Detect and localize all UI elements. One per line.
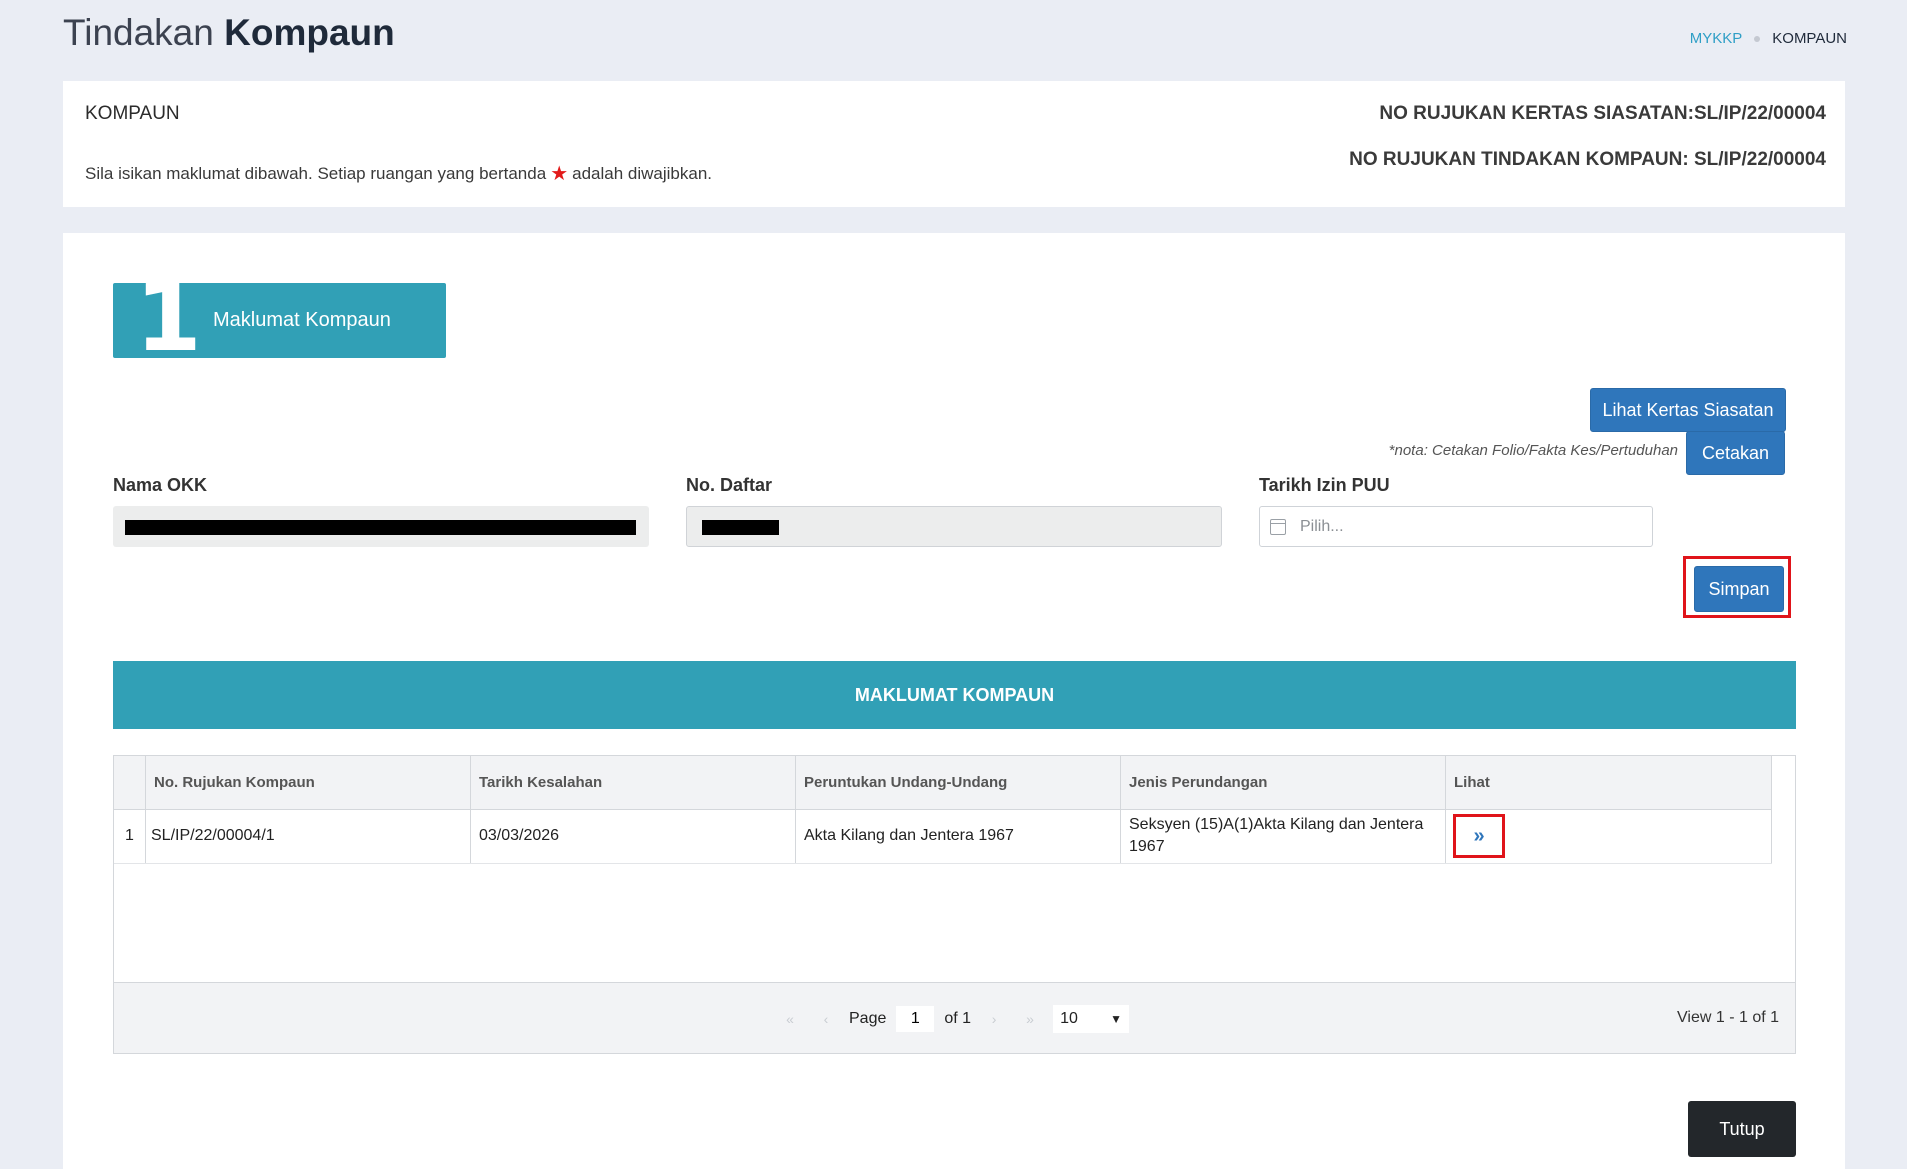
- table-row[interactable]: 1 SL/IP/22/00004/1 03/03/2026 Akta Kilan…: [114, 809, 1772, 864]
- redacted-value: [702, 520, 779, 535]
- page-size-value: 10: [1060, 1010, 1078, 1027]
- tutup-button[interactable]: Tutup: [1688, 1101, 1796, 1157]
- tarikh-izin-puu-label: Tarikh Izin PUU: [1259, 475, 1390, 495]
- calendar-icon[interactable]: [1270, 518, 1286, 535]
- page-number-input[interactable]: [896, 1006, 935, 1032]
- lihat-kertas-siasatan-button[interactable]: Lihat Kertas Siasatan: [1590, 388, 1786, 432]
- no-daftar-label: No. Daftar: [686, 475, 773, 495]
- view-count: View 1 - 1 of 1: [1677, 1009, 1779, 1026]
- page-title: Tindakan Kompaun: [63, 12, 395, 54]
- breadcrumb-current: KOMPAUN: [1772, 30, 1847, 47]
- tarikh-izin-puu-field[interactable]: [1259, 506, 1653, 547]
- column-header[interactable]: Tarikh Kesalahan: [471, 756, 796, 809]
- last-page-icon[interactable]: »: [1017, 1006, 1043, 1032]
- double-chevron-right-icon[interactable]: »: [1473, 825, 1484, 848]
- page-title-light: Tindakan: [63, 12, 214, 53]
- breadcrumb-home-link[interactable]: MYKKP: [1690, 30, 1743, 47]
- ref-kertas-siasatan: NO RUJUKAN KERTAS SIASATAN:SL/IP/22/0000…: [1379, 103, 1826, 124]
- header-title: KOMPAUN: [85, 103, 180, 124]
- column-header: [114, 756, 146, 809]
- cell-jenis: Seksyen (15)A(1)Akta Kilang dan Jentera …: [1121, 809, 1446, 863]
- step-header: 1 Maklumat Kompaun: [113, 283, 446, 358]
- cell-rujukan: SL/IP/22/00004/1: [146, 809, 471, 863]
- tarikh-izin-puu-input[interactable]: [1298, 516, 1602, 537]
- first-page-icon[interactable]: «: [777, 1006, 803, 1032]
- column-header[interactable]: Jenis Perundangan: [1121, 756, 1446, 809]
- column-header[interactable]: Lihat: [1446, 756, 1772, 809]
- required-note-text-end: adalah diwajibkan.: [572, 163, 713, 183]
- page-label: Page: [849, 1010, 887, 1027]
- no-daftar-field: [686, 506, 1222, 547]
- nama-okk-field: [113, 506, 649, 547]
- header-card: KOMPAUN Sila isikan maklumat dibawah. Se…: [63, 81, 1845, 207]
- chevron-down-icon: ▼: [1110, 1012, 1123, 1026]
- prev-page-icon[interactable]: ‹: [813, 1006, 839, 1032]
- required-star-icon: ★: [550, 163, 569, 185]
- cell-lihat: »: [1446, 809, 1772, 863]
- pager-controls: « ‹ Page of 1 › » 10 ▼: [777, 1005, 1130, 1033]
- row-number: 1: [114, 809, 146, 863]
- table-header: No. Rujukan Kompaun Tarikh Kesalahan Per…: [114, 756, 1772, 810]
- ref-tindakan-kompaun: NO RUJUKAN TINDAKAN KOMPAUN: SL/IP/22/00…: [1349, 149, 1826, 170]
- required-note: Sila isikan maklumat dibawah. Setiap rua…: [85, 161, 712, 186]
- step-number: 1: [135, 283, 202, 358]
- step-label: Maklumat Kompaun: [213, 309, 391, 331]
- page-size-select[interactable]: 10 ▼: [1053, 1005, 1130, 1033]
- breadcrumb: MYKKP KOMPAUN: [1690, 30, 1847, 47]
- cell-peruntukan: Akta Kilang dan Jentera 1967: [796, 809, 1121, 863]
- cetakan-button[interactable]: Cetakan: [1686, 431, 1785, 475]
- lihat-highlight[interactable]: »: [1453, 814, 1505, 858]
- main-card: 1 Maklumat Kompaun Lihat Kertas Siasatan…: [63, 233, 1845, 1169]
- cell-tarikh: 03/03/2026: [471, 809, 796, 863]
- page-of-label: of 1: [944, 1010, 972, 1027]
- column-header[interactable]: No. Rujukan Kompaun: [146, 756, 471, 809]
- section-title: MAKLUMAT KOMPAUN: [113, 661, 1796, 729]
- breadcrumb-separator-icon: [1754, 35, 1761, 42]
- next-page-icon[interactable]: ›: [981, 1006, 1007, 1032]
- nama-okk-label: Nama OKK: [113, 475, 208, 495]
- table-pager: « ‹ Page of 1 › » 10 ▼ View 1 - 1 of 1: [114, 982, 1795, 1053]
- column-header[interactable]: Peruntukan Undang-Undang: [796, 756, 1121, 809]
- cetakan-note: *nota: Cetakan Folio/Fakta Kes/Pertuduha…: [1388, 442, 1678, 459]
- simpan-button[interactable]: Simpan: [1694, 566, 1784, 612]
- kompaun-table: No. Rujukan Kompaun Tarikh Kesalahan Per…: [113, 755, 1796, 1054]
- required-note-text: Sila isikan maklumat dibawah. Setiap rua…: [85, 163, 547, 183]
- redacted-value: [125, 520, 636, 535]
- page-title-bold: Kompaun: [224, 12, 395, 53]
